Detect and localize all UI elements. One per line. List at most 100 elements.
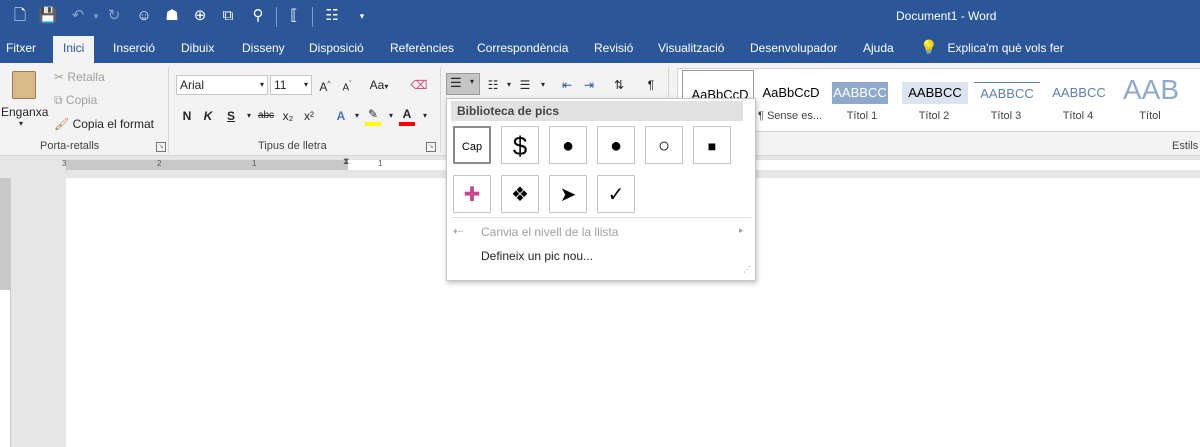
- smiley-icon[interactable]: ☺: [134, 6, 154, 26]
- style-preview: AABBCC: [832, 82, 888, 104]
- bullet-arrow[interactable]: ➤: [549, 175, 587, 213]
- style-name: Títol 3: [990, 110, 1022, 122]
- multilevel-list-icon[interactable]: ☰: [516, 76, 534, 94]
- redo-icon[interactable]: ↻: [104, 6, 124, 26]
- style-item-heading1[interactable]: AABBCC Títol 1: [826, 69, 898, 129]
- pilcrow-icon[interactable]: ¶: [642, 76, 660, 94]
- clipboard-launcher-icon[interactable]: ↘: [156, 142, 166, 152]
- superscript-button[interactable]: x²: [300, 107, 318, 125]
- tab-disposicio[interactable]: Disposició: [309, 41, 364, 55]
- font-name-select[interactable]: Arial ▾: [176, 75, 268, 95]
- tab-desenvolupador[interactable]: Desenvolupador: [750, 41, 837, 55]
- bullet-diamond[interactable]: ❖: [501, 175, 539, 213]
- group-separator: [168, 67, 169, 153]
- tab-disseny[interactable]: Disseny: [242, 41, 285, 55]
- subscript-button[interactable]: x₂: [279, 107, 297, 125]
- style-item-heading3[interactable]: AABBCC Títol 3: [970, 69, 1042, 129]
- paste-button[interactable]: Enganxa ▾: [0, 69, 48, 131]
- shrink-font-icon[interactable]: Aˇ: [338, 76, 356, 94]
- format-painter-label: Copia el format: [72, 117, 154, 131]
- tab-referencies[interactable]: Referències: [390, 41, 454, 55]
- new-document-icon[interactable]: 🗋: [10, 6, 30, 26]
- clear-formatting-icon[interactable]: ⌫: [410, 76, 428, 94]
- highlight-icon[interactable]: ✎: [364, 105, 382, 126]
- vertical-ruler-margin: [0, 178, 10, 290]
- ruler-margin: [66, 160, 348, 170]
- style-item-no-spacing[interactable]: AaBbCcD ¶ Sense es...: [754, 69, 826, 129]
- change-list-level-item[interactable]: Canvia el nivell de la llista: [481, 225, 618, 239]
- globe-icon[interactable]: ☗: [162, 6, 182, 26]
- bullet-cross[interactable]: ✚: [453, 175, 491, 213]
- save-icon[interactable]: 💾: [38, 6, 58, 26]
- copy-button[interactable]: ⧉ Copia: [54, 93, 97, 108]
- bullet-dollar[interactable]: $: [501, 126, 539, 164]
- font-color-dropdown-icon[interactable]: ▾: [416, 107, 434, 125]
- undo-icon[interactable]: ↶: [68, 6, 88, 26]
- chevron-down-icon: ▾: [303, 80, 308, 89]
- italic-button[interactable]: K: [199, 107, 217, 125]
- user-icon[interactable]: ⚲: [248, 6, 268, 26]
- bullet-dot-2[interactable]: ●: [597, 126, 635, 164]
- bullet-circle[interactable]: ○: [645, 126, 683, 164]
- chevron-right-icon: ▸: [739, 225, 744, 235]
- tab-dibuix[interactable]: Dibuix: [181, 41, 214, 55]
- style-preview: AABBCC: [1052, 85, 1106, 100]
- change-case-label: Aa: [369, 78, 385, 92]
- decrease-indent-icon[interactable]: ⇤: [558, 76, 576, 94]
- bullet-none[interactable]: Cap: [453, 126, 491, 164]
- copy-small-icon: ⧉: [54, 93, 63, 107]
- style-name: Títol 4: [1062, 110, 1094, 122]
- tab-inici[interactable]: Inici: [53, 36, 95, 63]
- style-item-partial[interactable]: [1186, 69, 1200, 129]
- bold-button[interactable]: N: [178, 107, 196, 125]
- strikethrough-button[interactable]: abc: [255, 107, 277, 125]
- tab-correspondencia[interactable]: Correspondència: [477, 41, 568, 55]
- font-launcher-icon[interactable]: ↘: [426, 142, 436, 152]
- style-preview: AAB: [1122, 74, 1180, 105]
- bullets-button[interactable]: ☰ ▾: [446, 73, 480, 95]
- tab-insercio[interactable]: Inserció: [113, 41, 155, 55]
- font-color-icon[interactable]: A: [398, 105, 416, 126]
- bullet-check[interactable]: ✓: [597, 175, 635, 213]
- view-icon[interactable]: ☷: [322, 6, 342, 26]
- style-preview: AABBCC: [902, 82, 968, 104]
- format-painter-button[interactable]: 🖌 Copia el format: [54, 117, 154, 131]
- paste-icon: [12, 71, 36, 99]
- copy-icon[interactable]: ⧉: [218, 6, 238, 26]
- list-level-icon: ⇠: [453, 224, 464, 238]
- define-new-bullet-item[interactable]: Defineix un pic nou...: [481, 249, 593, 263]
- style-item-heading4[interactable]: AABBCC Títol 4: [1042, 69, 1114, 129]
- tab-ajuda[interactable]: Ajuda: [863, 41, 894, 55]
- change-case-button[interactable]: Aa▾: [366, 76, 392, 94]
- paste-dropdown-icon: ▾: [19, 119, 24, 128]
- bullet-square[interactable]: ■: [693, 126, 731, 164]
- tab-revisio[interactable]: Revisió: [594, 41, 633, 55]
- ruler-number: 2: [157, 159, 162, 168]
- ruler-number: 1: [378, 159, 383, 168]
- undo-dropdown-icon[interactable]: ▾: [86, 6, 106, 26]
- cut-button[interactable]: ✂ Retalla: [54, 70, 105, 84]
- underline-button[interactable]: S: [222, 107, 240, 125]
- scissors-icon: ✂: [54, 70, 65, 84]
- increase-indent-icon[interactable]: ⇥: [580, 76, 598, 94]
- style-name: Títol 1: [846, 110, 878, 122]
- window-title: Document1 - Word: [896, 9, 997, 23]
- grow-font-icon[interactable]: A^: [316, 76, 334, 94]
- style-item-title[interactable]: AAB Títol: [1114, 69, 1186, 129]
- zoom-icon[interactable]: ⊕: [190, 6, 210, 26]
- style-name: ¶ Sense es...: [758, 110, 822, 122]
- tab-fitxer[interactable]: Fitxer: [6, 41, 36, 55]
- title-bar: 🗋 💾 ↶ ▾ ↻ ☺ ☗ ⊕ ⧉ ⚲ ⟦ ☷ ▾ Document1 - Wo…: [0, 0, 1200, 33]
- tell-me-box[interactable]: 💡 Explica'm què vols fer: [920, 39, 1064, 56]
- style-item-heading2[interactable]: AABBCC Títol 2: [898, 69, 970, 129]
- indent-marker-icon[interactable]: ⧗: [343, 156, 349, 167]
- multilevel-dropdown-icon[interactable]: ▾: [534, 76, 552, 94]
- styles-group-label: Estils: [1172, 140, 1199, 152]
- sort-icon[interactable]: ⇅: [610, 76, 628, 94]
- font-size-select[interactable]: 11 ▾: [270, 75, 312, 95]
- tab-visualitzacio[interactable]: Visualització: [658, 41, 724, 55]
- customize-icon[interactable]: ▾: [352, 6, 372, 26]
- bracket-icon[interactable]: ⟦: [284, 6, 304, 26]
- bullet-dot[interactable]: ●: [549, 126, 587, 164]
- resize-grip-icon[interactable]: ⋰: [743, 265, 751, 274]
